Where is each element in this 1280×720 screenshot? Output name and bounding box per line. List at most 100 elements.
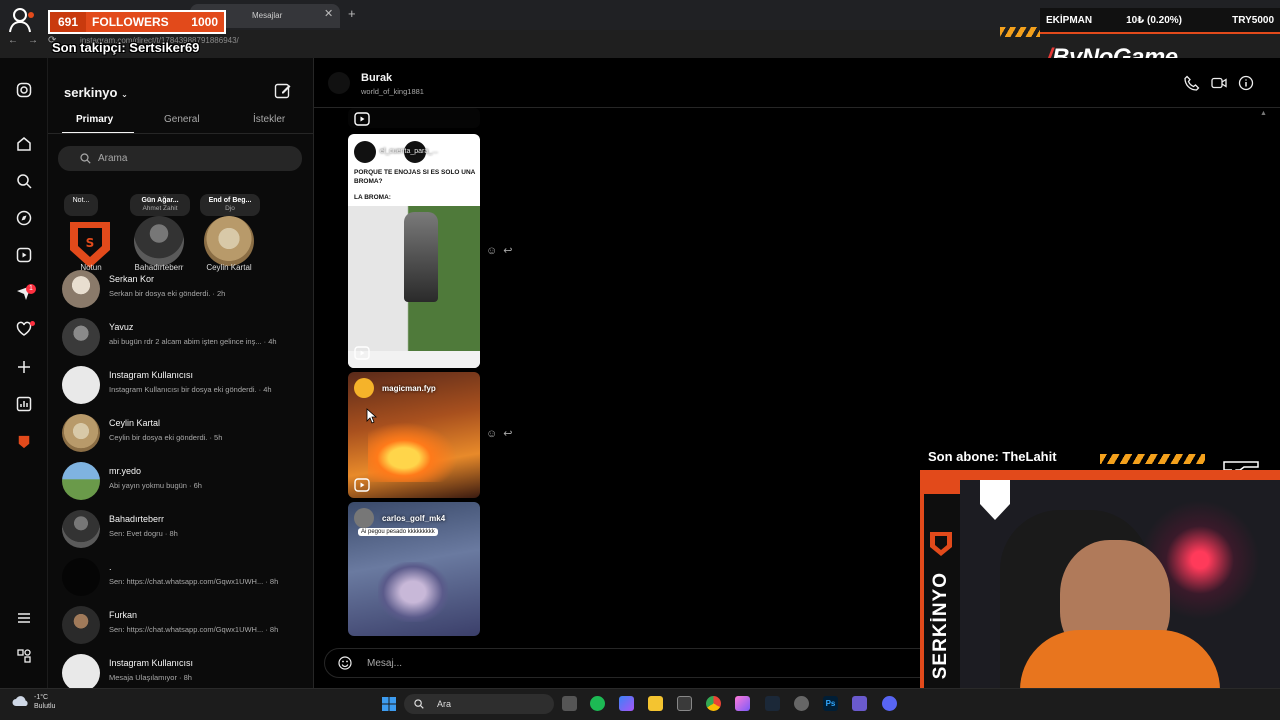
new-tab-icon[interactable]: + <box>348 6 356 21</box>
reply-icon[interactable]: ↩ <box>503 245 518 257</box>
app-icon[interactable] <box>735 696 750 711</box>
conversation-row[interactable]: . Sen: https://chat.whatsapp.com/Gqwx1UWH… <box>62 556 302 600</box>
conversation-name: Furkan <box>109 610 138 620</box>
home-icon[interactable] <box>14 134 34 154</box>
explore-icon[interactable] <box>14 208 34 228</box>
profile-icon[interactable] <box>14 432 34 452</box>
emoji-react-icon[interactable]: ☺ <box>486 428 503 440</box>
account-switcher[interactable]: serkinyo ⌄ <box>64 85 128 100</box>
steam-icon[interactable] <box>765 696 780 711</box>
chrome-icon[interactable] <box>706 696 721 711</box>
dashboard-icon[interactable] <box>14 394 34 414</box>
emoji-react-icon[interactable]: ☺ <box>486 245 503 257</box>
last-follower: Son takipçi: Sertsiker69 <box>52 40 200 55</box>
search-input[interactable]: Arama <box>58 146 302 171</box>
message-actions[interactable]: ☺↩ <box>486 427 518 440</box>
weather-condition: Bulutlu <box>34 703 56 710</box>
tab-requests[interactable]: İstekler <box>253 114 285 125</box>
avatar[interactable] <box>134 216 184 266</box>
conversation-row[interactable]: Ceylin Kartal Ceylin bir dosya eki gönder… <box>62 412 302 456</box>
copilot-icon[interactable] <box>619 696 634 711</box>
search-icon <box>414 699 424 709</box>
chat-header <box>314 58 1280 108</box>
reel-author: magicman.fyp <box>382 384 436 393</box>
contact-name[interactable]: Burak <box>361 72 392 84</box>
conversation-name: Serkan Kor <box>109 274 155 284</box>
avatar <box>62 366 100 404</box>
windows-start-icon[interactable] <box>381 696 397 712</box>
stat-value: 10₺ (0.20%) <box>1126 14 1182 26</box>
file-explorer-icon[interactable] <box>648 696 663 711</box>
avatar <box>62 606 100 644</box>
inbox-panel: serkinyo ⌄ Primary General İstekler Aram… <box>48 58 314 692</box>
new-message-icon[interactable] <box>274 82 292 100</box>
url-bar[interactable]: instagram.com/direct/t/17843988791886943… <box>80 36 1020 50</box>
threads-icon[interactable] <box>14 646 34 666</box>
conversation-name: Instagram Kullanıcısı <box>109 658 194 668</box>
note-text: Gün Ağar... <box>141 197 179 204</box>
search-icon[interactable] <box>14 171 34 191</box>
note-bubble[interactable]: End of Beg... Djo <box>200 194 260 216</box>
conversation-preview: Instagram Kullanıcısı bir dosya eki gönd… <box>109 385 272 394</box>
reel-message[interactable]: el_cuenta_para_... PORQUE TE ENOJAS SI E… <box>348 134 480 368</box>
reel-author-avatar <box>354 141 376 163</box>
reel-icon <box>354 478 370 492</box>
note-bubble[interactable]: Gün Ağar... Ahmet Zahit <box>130 194 190 216</box>
note-sub: Djo <box>225 205 235 212</box>
followers-goal: 1000 <box>191 15 218 29</box>
avatar <box>62 558 100 596</box>
conversation-row[interactable]: Furkan Sen: https://chat.whatsapp.com/Gqw… <box>62 604 302 648</box>
weather-cloud-icon[interactable] <box>12 694 30 708</box>
contact-avatar[interactable] <box>328 72 350 94</box>
reel-message[interactable]: carlos_golf_mk4 Ai pegou pesado kkkkkkkk… <box>348 502 480 636</box>
conversation-preview: Sen: https://chat.whatsapp.com/Gqwx1UWH.… <box>109 625 279 634</box>
weather-widget[interactable]: -1°C Bulutlu <box>34 693 55 711</box>
decor-stripes <box>1100 454 1205 464</box>
followers-bar: 691 FOLLOWERS 1000 <box>48 10 226 34</box>
conversation-row[interactable]: Yavuz abi bugün rdr 2 alcam abim işten ge… <box>62 316 302 360</box>
create-icon[interactable] <box>14 357 34 377</box>
message-actions[interactable]: ☺↩ <box>486 244 518 257</box>
note-bubble[interactable]: Not... <box>64 194 98 216</box>
taskbar-search[interactable]: Ara <box>404 694 554 714</box>
photoshop-icon[interactable]: Ps <box>823 696 838 711</box>
conversation-row[interactable]: mr.yedo Abi yayın yokmu bugün · 6h <box>62 460 302 504</box>
tab-title: Mesajlar <box>252 11 283 20</box>
reels-icon[interactable] <box>14 245 34 265</box>
spotify-icon[interactable] <box>590 696 605 711</box>
tab-primary[interactable]: Primary <box>76 114 113 125</box>
settings-gear-icon[interactable] <box>794 696 809 711</box>
avatar <box>62 414 100 452</box>
reel-caption: Ai pegou pesado kkkkkkkkk <box>358 528 438 536</box>
avatar[interactable] <box>204 216 254 266</box>
menu-icon[interactable] <box>14 608 34 628</box>
conversation-name: . <box>109 562 112 572</box>
phone-icon[interactable] <box>1184 75 1200 91</box>
mouse-cursor-icon <box>366 408 378 424</box>
reel-thumbnail <box>348 206 480 351</box>
info-icon[interactable] <box>1238 75 1254 91</box>
discord-icon[interactable] <box>882 696 897 711</box>
reel-message[interactable] <box>348 108 480 128</box>
tab-close-icon[interactable]: ✕ <box>324 7 333 20</box>
conversation-row[interactable]: Serkan Kor Serkan bir dosya eki gönderdi.… <box>62 268 302 312</box>
reply-icon[interactable]: ↩ <box>503 428 518 440</box>
weather-temp: -1°C <box>34 694 49 701</box>
store-icon[interactable] <box>677 696 692 711</box>
conversation-preview: Sen: https://chat.whatsapp.com/Gqwx1UWH.… <box>109 577 279 586</box>
conversation-preview: Serkan bir dosya eki gönderdi. · 2h <box>109 289 226 298</box>
tab-general[interactable]: General <box>164 114 200 125</box>
reel-subcaption: LA BROMA: <box>354 194 391 201</box>
task-view-icon[interactable] <box>562 696 577 711</box>
app-icon[interactable] <box>852 696 867 711</box>
conversation-row[interactable]: Instagram Kullanıcısı Instagram Kullanıcı… <box>62 364 302 408</box>
video-call-icon[interactable] <box>1211 75 1227 91</box>
instagram-icon[interactable] <box>14 80 34 100</box>
emoji-icon[interactable] <box>338 656 352 670</box>
reel-message[interactable]: magicman.fyp <box>348 372 480 498</box>
scroll-up-icon[interactable]: ▲ <box>1260 110 1267 117</box>
conversation-name: mr.yedo <box>109 466 142 476</box>
conversation-name: Instagram Kullanıcısı <box>109 370 194 380</box>
webcam-feed <box>960 480 1280 698</box>
conversation-row[interactable]: Bahadırteberr Sen: Evet dogru · 8h <box>62 508 302 552</box>
